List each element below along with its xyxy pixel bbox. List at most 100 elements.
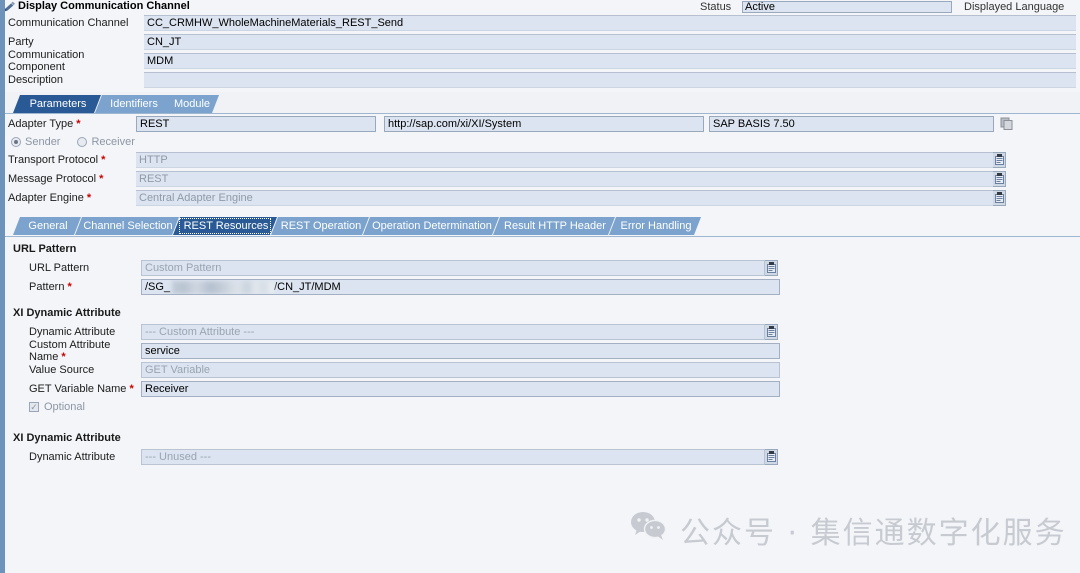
tab-parameters[interactable]: Parameters — [13, 95, 101, 113]
tab-rest-resources[interactable]: REST Resources — [173, 217, 277, 235]
watermark: 公众号 · 集信通数字化服务 — [630, 508, 1067, 552]
value-help-icon-message-protocol[interactable] — [993, 170, 1006, 187]
label-communication-channel: Communication Channel — [8, 16, 129, 29]
label-message-protocol: Message Protocol * — [8, 172, 104, 185]
tab-operation-determination-label: Operation Determination — [372, 220, 492, 232]
radio-receiver-label: Receiver — [91, 135, 135, 148]
field-adapter-namespace[interactable]: http://sap.com/xi/XI/System — [384, 115, 704, 132]
tab-error-handling-label: Error Handling — [620, 220, 692, 232]
label-transport-protocol: Transport Protocol * — [8, 153, 106, 166]
radio-sender[interactable]: Sender — [11, 136, 60, 148]
status-value-field: Active — [742, 0, 952, 13]
field-dynamic-attribute-2[interactable]: --- Unused --- — [141, 448, 765, 465]
tab-result-http-header-label: Result HTTP Header — [504, 220, 606, 232]
row-message-protocol: Message Protocol * REST — [5, 169, 1080, 188]
label-dynamic-attribute-1: Dynamic Attribute — [29, 325, 116, 338]
tab-general[interactable]: General — [13, 217, 81, 235]
label-adapter-type: Adapter Type * — [8, 117, 81, 130]
field-adapter-type[interactable]: REST — [136, 115, 376, 132]
row-dynamic-attribute-2: Dynamic Attribute --- Unused --- — [5, 447, 1080, 466]
status-label: Status — [700, 0, 732, 13]
section-title-xi-dynamic-attribute-1: XI Dynamic Attribute — [13, 307, 121, 319]
wechat-icon — [630, 511, 668, 549]
copy-icon[interactable] — [1000, 117, 1014, 131]
tab-rest-operation-label: REST Operation — [280, 220, 362, 232]
radio-sender-label: Sender — [25, 135, 61, 148]
radio-receiver-dot — [77, 136, 88, 147]
row-dynamic-attribute-1: Dynamic Attribute --- Custom Attribute -… — [5, 322, 1080, 341]
field-communication-channel[interactable]: CC_CRMHW_WholeMachineMaterials_REST_Send — [144, 14, 1076, 31]
optional-checkbox-label: Optional — [44, 401, 85, 413]
tab-error-handling[interactable]: Error Handling — [609, 217, 701, 235]
row-get-variable-name: GET Variable Name * Receiver — [5, 379, 1080, 398]
field-get-variable-name[interactable]: Receiver — [141, 380, 780, 397]
label-pattern: Pattern * — [29, 280, 72, 293]
value-help-icon-url-pattern[interactable] — [765, 259, 778, 276]
label-value-source: Value Source — [29, 363, 95, 376]
value-help-icon-adapter-engine[interactable] — [993, 189, 1006, 206]
channel-header-form: Communication Channel CC_CRMHW_WholeMach… — [5, 13, 1080, 92]
page-title: Display Communication Channel — [18, 0, 190, 12]
optional-checkbox[interactable]: ✓ — [29, 402, 39, 412]
field-custom-attribute-name[interactable]: service — [141, 342, 780, 359]
form-row-communication-component: Communication Component MDM — [5, 48, 1080, 73]
section-title-url-pattern: URL Pattern — [13, 243, 77, 255]
row-adapter-type: Adapter Type * REST http://sap.com/xi/XI… — [5, 114, 1080, 133]
label-party: Party — [8, 35, 34, 48]
row-pattern: Pattern * /SG_ /CN_JT/MDM — [5, 277, 1080, 296]
displayed-language-label: Displayed Language — [964, 0, 1065, 13]
label-adapter-engine: Adapter Engine * — [8, 191, 92, 204]
value-help-icon-dynamic-attribute-2[interactable] — [765, 448, 778, 465]
tab-module[interactable]: Module — [163, 95, 219, 113]
field-transport-protocol[interactable]: HTTP — [136, 151, 993, 168]
section-title-xi-dynamic-attribute-2: XI Dynamic Attribute — [13, 432, 121, 444]
tab-general-label: General — [28, 220, 68, 232]
field-communication-component[interactable]: MDM — [144, 52, 1076, 69]
outer-tab-strip: Parameters Identifiers Module — [5, 95, 1080, 113]
pattern-prefix: /SG_ — [145, 280, 171, 293]
field-message-protocol[interactable]: REST — [136, 170, 993, 187]
row-optional-checkbox[interactable]: ✓ Optional — [5, 398, 1080, 416]
pattern-redacted-region — [172, 280, 274, 294]
row-adapter-engine: Adapter Engine * Central Adapter Engine — [5, 188, 1080, 207]
row-url-pattern: URL Pattern Custom Pattern — [5, 258, 1080, 277]
value-help-icon-dynamic-attribute-1[interactable] — [765, 323, 778, 340]
field-value-source[interactable]: GET Variable — [141, 361, 780, 378]
form-row-party: Party CN_JT — [5, 32, 1080, 51]
tab-operation-determination[interactable]: Operation Determination — [363, 217, 499, 235]
field-url-pattern[interactable]: Custom Pattern — [141, 259, 765, 276]
tab-rest-resources-label: REST Resources — [183, 220, 269, 232]
field-description[interactable] — [144, 71, 1076, 88]
tab-rest-operation[interactable]: REST Operation — [271, 217, 369, 235]
label-communication-component: Communication Component — [8, 48, 85, 73]
field-software-component[interactable]: SAP BASIS 7.50 — [709, 115, 994, 132]
form-row-description: Description — [5, 70, 1080, 89]
field-dynamic-attribute-1[interactable]: --- Custom Attribute --- — [141, 323, 765, 340]
label-dynamic-attribute-2: Dynamic Attribute — [29, 450, 116, 463]
radio-receiver[interactable]: Receiver — [77, 135, 135, 148]
tab-parameters-label: Parameters — [29, 98, 87, 110]
watermark-text: 公众号 · 集信通数字化服务 — [680, 516, 1067, 551]
tab-result-http-header[interactable]: Result HTTP Header — [493, 217, 615, 235]
left-accent-strip — [0, 0, 5, 573]
radio-sender-dot — [11, 136, 21, 147]
row-custom-attribute-name: Custom Attribute Name * service — [5, 338, 1080, 363]
pencil-channel-icon — [4, 1, 18, 12]
row-transport-protocol: Transport Protocol * HTTP — [5, 150, 1080, 169]
value-help-icon-transport-protocol[interactable] — [993, 151, 1006, 168]
field-pattern[interactable]: /SG_ /CN_JT/MDM — [141, 278, 780, 295]
inner-tab-strip: General Channel Selection REST Resources… — [5, 217, 1080, 236]
field-party[interactable]: CN_JT — [144, 33, 1076, 50]
row-value-source: Value Source GET Variable — [5, 360, 1080, 379]
tab-module-label: Module — [173, 98, 211, 110]
tab-identifiers-label: Identifiers — [110, 98, 158, 110]
label-custom-attribute-name: Custom Attribute Name * — [29, 338, 111, 363]
pattern-suffix: /CN_JT/MDM — [274, 280, 341, 293]
form-row-communication-channel: Communication Channel CC_CRMHW_WholeMach… — [5, 13, 1080, 32]
tab-identifiers[interactable]: Identifiers — [95, 95, 171, 113]
field-adapter-engine[interactable]: Central Adapter Engine — [136, 189, 993, 206]
parameters-panel: Adapter Type * REST http://sap.com/xi/XI… — [5, 113, 1080, 217]
status-strip: Status Active Displayed Language — [700, 0, 1080, 13]
tab-channel-selection[interactable]: Channel Selection — [75, 217, 179, 235]
label-get-variable-name: GET Variable Name * — [29, 382, 134, 395]
